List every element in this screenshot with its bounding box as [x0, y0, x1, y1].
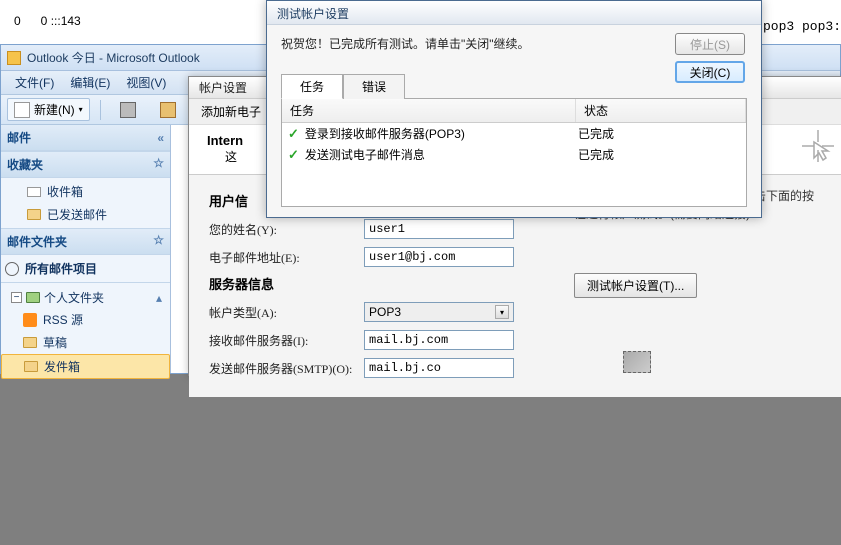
test-dialog-title: 测试帐户设置: [267, 1, 761, 25]
tab-tasks[interactable]: 任务: [281, 74, 343, 99]
task-cell: 登录到接收邮件服务器(POP3): [305, 125, 570, 142]
chevron-icon: ☆: [153, 156, 164, 173]
test-account-dialog: 测试帐户设置 祝贺您！已完成所有测试。请单击"关闭"继续。 停止(S) 关闭(C…: [266, 0, 762, 218]
dropdown-arrow-icon: ▾: [79, 105, 83, 114]
select-account-type[interactable]: POP3 ▾: [364, 302, 514, 322]
nav-mail-header-label: 邮件: [7, 129, 31, 146]
nav-drafts[interactable]: 草稿: [1, 331, 170, 354]
select-account-type-value: POP3: [369, 305, 401, 319]
text-cursor-artifact: [623, 351, 651, 373]
outbox-folder-icon: [24, 361, 38, 372]
input-incoming-server[interactable]: [364, 330, 514, 350]
stop-button: 停止(S): [675, 33, 745, 55]
test-account-button[interactable]: 测试帐户设置(T)...: [574, 273, 697, 298]
nav-all-items[interactable]: 所有邮件项目: [1, 255, 170, 283]
nav-favorites-label: 收藏夹: [7, 156, 43, 173]
nav-rss[interactable]: RSS 源: [1, 308, 170, 331]
nav-mail-folders-header[interactable]: 邮件文件夹 ☆: [1, 228, 170, 255]
section-server-info: 服务器信息: [209, 274, 544, 293]
nav-inbox-label: 收件箱: [47, 183, 83, 200]
nav-sent-label: 已发送邮件: [47, 206, 107, 223]
label-name: 您的姓名(Y):: [209, 221, 364, 238]
nav-mail-header[interactable]: 邮件 «: [1, 125, 170, 151]
label-outgoing-server: 发送邮件服务器(SMTP)(O):: [209, 360, 364, 377]
drafts-folder-icon: [23, 337, 37, 348]
nav-mail-folders-label: 邮件文件夹: [7, 233, 67, 250]
status-cell: 已完成: [570, 146, 740, 163]
status-cell: 已完成: [570, 125, 740, 142]
menu-file[interactable]: 文件(F): [7, 74, 62, 91]
checkmark-icon: ✓: [288, 147, 299, 163]
collapse-box-icon[interactable]: −: [11, 292, 22, 303]
col-task-header: 任务: [282, 99, 576, 122]
nav-personal-label: 个人文件夹: [44, 289, 104, 306]
account-dialog-subtitle-text: 添加新电子: [201, 105, 261, 119]
menu-view[interactable]: 视图(V): [118, 74, 174, 91]
collapse-chevron-icon[interactable]: «: [157, 131, 164, 145]
task-row: ✓ 发送测试电子邮件消息 已完成: [282, 144, 746, 165]
chevron-icon: ☆: [153, 233, 164, 250]
outlook-app-icon: [7, 51, 21, 65]
nav-drafts-label: 草稿: [43, 334, 67, 351]
test-tasks-table: 任务 状态 ✓ 登录到接收邮件服务器(POP3) 已完成 ✓ 发送测试电子邮件消…: [281, 99, 747, 207]
input-outgoing-server[interactable]: [364, 358, 514, 378]
personal-folder-icon: [26, 292, 40, 303]
toolbar-new-button[interactable]: 新建(N) ▾: [7, 98, 90, 121]
sent-folder-icon: [27, 209, 41, 220]
nav-rss-label: RSS 源: [43, 311, 83, 328]
label-email: 电子邮件地址(E):: [209, 249, 364, 266]
terminal-line1: 0 0 :::143: [4, 14, 81, 28]
outlook-title-text: Outlook 今日 - Microsoft Outlook: [27, 49, 200, 66]
account-banner-sub: 这: [225, 150, 237, 164]
label-account-type: 帐户类型(A):: [209, 304, 364, 321]
inbox-icon: [27, 187, 41, 197]
address-book-icon: [160, 102, 176, 118]
input-email[interactable]: [364, 247, 514, 267]
col-status-header: 状态: [576, 99, 746, 122]
nav-sent[interactable]: 已发送邮件: [5, 203, 166, 226]
toolbar-separator: [100, 100, 101, 120]
rss-icon: [23, 313, 37, 327]
toolbar-book-button[interactable]: [151, 99, 185, 121]
menu-edit[interactable]: 编辑(E): [62, 74, 118, 91]
checkmark-icon: ✓: [288, 126, 299, 142]
toolbar-new-label: 新建(N): [34, 101, 75, 118]
new-mail-icon: [14, 102, 30, 118]
close-button[interactable]: 关闭(C): [675, 61, 745, 83]
nav-outbox[interactable]: 发件箱: [1, 354, 170, 379]
nav-favorites-header[interactable]: 收藏夹 ☆: [1, 151, 170, 178]
nav-pane: 邮件 « 收藏夹 ☆ 收件箱 已发送邮件 邮件文件夹 ☆: [1, 125, 171, 373]
task-cell: 发送测试电子邮件消息: [305, 146, 570, 163]
task-row: ✓ 登录到接收邮件服务器(POP3) 已完成: [282, 123, 746, 144]
nav-personal-folder[interactable]: − 个人文件夹 ▴: [1, 287, 170, 308]
account-banner-head: Intern: [207, 133, 243, 148]
nav-all-items-label: 所有邮件项目: [25, 260, 97, 277]
nav-inbox[interactable]: 收件箱: [5, 180, 166, 203]
label-incoming-server: 接收邮件服务器(I):: [209, 332, 364, 349]
print-icon: [120, 102, 136, 118]
scroll-up-icon[interactable]: ▴: [156, 291, 162, 305]
mouse-cursor-icon: [800, 128, 836, 167]
search-icon: [5, 262, 19, 276]
nav-outbox-label: 发件箱: [44, 358, 80, 375]
dropdown-arrow-icon: ▾: [495, 305, 509, 319]
tab-errors[interactable]: 错误: [343, 74, 405, 99]
toolbar-print-button[interactable]: [111, 99, 145, 121]
input-name[interactable]: [364, 219, 514, 239]
account-dialog-title: 帐户设置: [199, 79, 247, 96]
